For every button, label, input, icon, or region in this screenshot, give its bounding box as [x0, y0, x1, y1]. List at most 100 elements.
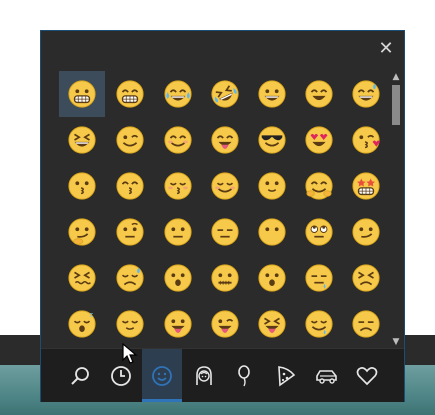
winking-face-icon: [116, 126, 144, 154]
category-tab-smileys[interactable]: [142, 349, 182, 402]
person-icon: [196, 365, 212, 385]
winking-face-with-tongue-icon: [211, 310, 239, 338]
scroll-thumb[interactable]: [392, 85, 400, 125]
car-icon: [316, 369, 337, 384]
emoji-smiling-face-with-open-mouth[interactable]: [296, 71, 342, 117]
emoji-face-blowing-kiss[interactable]: [343, 117, 389, 163]
face-with-raised-eyebrow-icon: [116, 218, 144, 246]
emoji-face-with-open-mouth[interactable]: [155, 255, 201, 301]
face-with-tongue-icon: [164, 310, 192, 338]
svg-text:z: z: [90, 311, 94, 319]
grinning-face-with-teeth-icon: [68, 80, 96, 108]
emoji-sleepy-face[interactable]: [296, 255, 342, 301]
hugging-face-icon: [305, 172, 333, 200]
category-tab-symbols[interactable]: [347, 349, 387, 402]
heart-icon: [356, 366, 378, 385]
emoji-thinking-face[interactable]: [59, 209, 105, 255]
persevering-face-icon: [68, 264, 96, 292]
emoji-zipper-mouth-face[interactable]: [202, 255, 248, 301]
category-tab-food[interactable]: [266, 349, 306, 402]
emoji-face-with-rolling-eyes[interactable]: [296, 209, 342, 255]
face-with-tears-of-joy-icon: [164, 80, 192, 108]
emoji-star-struck-face[interactable]: [343, 163, 389, 209]
emoji-unamused-face[interactable]: [343, 301, 389, 347]
emoji-kissing-face[interactable]: [59, 163, 105, 209]
emoji-face-without-mouth[interactable]: [249, 209, 295, 255]
smiley-icon: [152, 365, 172, 386]
emoji-drooling-face[interactable]: [296, 301, 342, 347]
search-icon: [71, 366, 89, 385]
emoji-grinning-face[interactable]: [249, 71, 295, 117]
scrollbar[interactable]: ▲ ▼: [389, 71, 403, 348]
smiling-face-with-smiling-eyes-icon: [164, 126, 192, 154]
tired-face-icon: [352, 264, 380, 292]
kissing-face-icon: [68, 172, 96, 200]
emoji-beaming-face[interactable]: [107, 71, 153, 117]
drooling-face-icon: [305, 310, 333, 338]
emoji-smiling-face[interactable]: [202, 163, 248, 209]
face-with-rolling-eyes-icon: [305, 218, 333, 246]
beaming-face-icon: [116, 80, 144, 108]
emoji-neutral-face[interactable]: [155, 209, 201, 255]
face-without-mouth-icon: [258, 218, 286, 246]
emoji-face-with-raised-eyebrow[interactable]: [107, 209, 153, 255]
unamused-face-icon: [352, 310, 380, 338]
emoji-smirking-face[interactable]: [343, 209, 389, 255]
face-blowing-kiss-icon: [352, 126, 381, 154]
emoji-grinning-face-with-teeth[interactable]: [59, 71, 105, 117]
zipper-mouth-face-icon: [211, 264, 239, 292]
emoji-slightly-smiling-face[interactable]: [249, 163, 295, 209]
kissing-face-with-smiling-eyes-icon: [116, 172, 144, 200]
emoji-grinning-face-with-sweat[interactable]: [343, 71, 389, 117]
face-savoring-food-icon: [211, 126, 239, 154]
emoji-face-with-tears-of-joy[interactable]: [155, 71, 201, 117]
emoji-face-savoring-food[interactable]: [202, 117, 248, 163]
emoji-relieved-face[interactable]: [107, 301, 153, 347]
smiling-face-with-open-mouth-icon: [305, 80, 333, 108]
emoji-face-with-tongue[interactable]: [155, 301, 201, 347]
rolling-on-floor-laughing-icon: [211, 80, 239, 108]
grinning-face-icon: [258, 80, 286, 108]
sleepy-face-icon: [305, 264, 333, 292]
emoji-kissing-face-with-smiling-eyes[interactable]: [107, 163, 153, 209]
emoji-rolling-on-floor-laughing[interactable]: [202, 71, 248, 117]
pizza-icon: [278, 365, 296, 386]
emoji-hugging-face[interactable]: [296, 163, 342, 209]
category-tab-people[interactable]: [184, 349, 224, 402]
emoji-winking-face[interactable]: [107, 117, 153, 163]
squinting-face-with-tongue-icon: [258, 310, 286, 338]
scroll-up-arrow[interactable]: ▲: [389, 71, 403, 83]
smiling-face-with-heart-eyes-icon: [305, 126, 333, 154]
sad-but-relieved-face-icon: [116, 264, 144, 292]
emoji-grid: z: [59, 71, 389, 376]
face-with-open-mouth-icon: [164, 264, 192, 292]
category-tab-celebration[interactable]: [225, 349, 265, 402]
emoji-persevering-face[interactable]: [59, 255, 105, 301]
neutral-face-icon: [164, 218, 192, 246]
emoji-sad-but-relieved-face[interactable]: [107, 255, 153, 301]
scroll-down-arrow[interactable]: ▼: [389, 336, 403, 348]
emoji-smiling-face-with-smiling-eyes[interactable]: [155, 117, 201, 163]
grinning-face-with-sweat-icon: [352, 80, 380, 108]
emoji-sleeping-face[interactable]: z: [59, 301, 105, 347]
emoji-winking-face-with-tongue[interactable]: [202, 301, 248, 347]
sleeping-face-icon: z: [68, 310, 96, 338]
emoji-kissing-face-with-closed-eyes[interactable]: [155, 163, 201, 209]
expressionless-face-icon: [211, 218, 239, 246]
category-tab-search[interactable]: [60, 349, 100, 402]
emoji-hushed-face[interactable]: [249, 255, 295, 301]
emoji-squinting-face-with-tongue[interactable]: [249, 301, 295, 347]
emoji-squinting-face[interactable]: [59, 117, 105, 163]
emoji-tired-face[interactable]: [343, 255, 389, 301]
hushed-face-icon: [258, 264, 286, 292]
emoji-expressionless-face[interactable]: [202, 209, 248, 255]
squinting-face-icon: [68, 126, 96, 154]
smiling-face-with-sunglasses-icon: [258, 126, 286, 154]
category-tab-travel[interactable]: [307, 349, 347, 402]
emoji-smiling-face-with-sunglasses[interactable]: [249, 117, 295, 163]
emoji-smiling-face-with-heart-eyes[interactable]: [296, 117, 342, 163]
category-bar: [41, 348, 404, 402]
close-button[interactable]: ✕: [373, 37, 399, 61]
kissing-face-with-closed-eyes-icon: [164, 172, 192, 200]
emoji-panel: ✕ z ▲ ▼: [40, 30, 405, 402]
